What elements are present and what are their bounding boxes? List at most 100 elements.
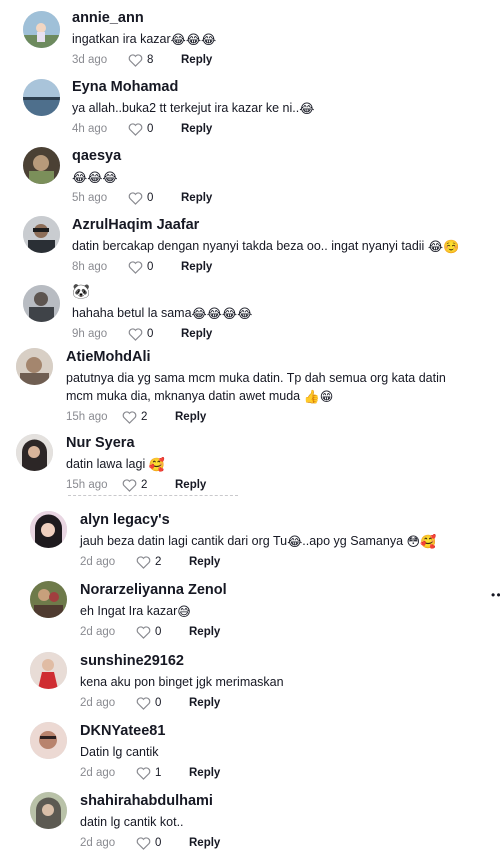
comment-text: patutnya dia yg sama mcm muka datin. Tp … — [66, 371, 446, 404]
avatar[interactable] — [23, 285, 60, 322]
like-count: 0 — [155, 837, 162, 849]
comment-time: 4h ago — [72, 123, 108, 135]
heart-outline-icon — [128, 260, 143, 274]
heart-outline-icon — [136, 766, 151, 780]
comment-time: 9h ago — [72, 328, 108, 340]
like-button[interactable]: 0 — [128, 122, 173, 136]
like-button[interactable]: 2 — [136, 555, 181, 569]
like-button[interactable]: 0 — [136, 836, 181, 850]
like-count: 2 — [141, 411, 148, 423]
comment-text: datin lg cantik kot.. — [80, 815, 184, 829]
avatar[interactable] — [16, 434, 53, 471]
reply-button[interactable]: Reply — [181, 192, 212, 204]
heart-outline-icon — [128, 191, 143, 205]
like-button[interactable]: 0 — [128, 327, 173, 341]
comment-text: hahaha betul la sama😂😂😂😂 — [72, 306, 253, 321]
like-count: 0 — [147, 123, 154, 135]
like-count: 0 — [147, 261, 154, 273]
reply-button[interactable]: Reply — [181, 54, 212, 66]
comment-username[interactable]: DKNYatee81 — [80, 722, 480, 740]
heart-outline-icon — [136, 696, 151, 710]
comment-username[interactable]: Nur Syera — [66, 434, 480, 452]
emoji: 😂 — [299, 101, 315, 116]
like-count: 8 — [147, 54, 154, 66]
like-button[interactable]: 2 — [122, 410, 167, 424]
avatar[interactable] — [16, 348, 53, 385]
like-count: 0 — [147, 328, 154, 340]
reply-button[interactable]: Reply — [181, 261, 212, 273]
comment-time: 15h ago — [66, 479, 108, 491]
heart-outline-icon — [136, 625, 151, 639]
heart-outline-icon — [122, 410, 137, 424]
emoji: 😳🥰 — [406, 534, 437, 549]
like-count: 2 — [155, 556, 162, 568]
reply-button[interactable]: Reply — [189, 837, 220, 849]
comment-username[interactable]: annie_ann — [72, 9, 480, 27]
comment-text: kena aku pon binget jgk merimaskan — [80, 675, 284, 689]
avatar[interactable] — [23, 216, 60, 253]
like-button[interactable]: 0 — [128, 191, 173, 205]
reply-button[interactable]: Reply — [181, 328, 212, 340]
comment-time: 3d ago — [72, 54, 108, 66]
heart-outline-icon — [136, 555, 151, 569]
avatar[interactable] — [30, 652, 67, 689]
like-count: 1 — [155, 767, 162, 779]
comment-username[interactable]: qaesya — [72, 147, 480, 165]
emoji: 😂😂😂 — [72, 170, 118, 185]
avatar[interactable] — [23, 79, 60, 116]
avatar[interactable] — [30, 581, 67, 618]
comment-username[interactable]: Eyna Mohamad — [72, 78, 480, 96]
comment-time: 2d ago — [80, 767, 116, 779]
reply-button[interactable]: Reply — [175, 479, 206, 491]
comment-username[interactable]: Norarzeliyanna Zenol — [80, 581, 480, 599]
comment-text: ingatkan ira kazar😂😂😂 — [72, 32, 217, 47]
emoji: 😂☺️ — [427, 239, 460, 254]
emoji: 😂 — [287, 534, 303, 549]
emoji: 😂😂😂 — [170, 32, 217, 47]
comment-time: 2d ago — [80, 697, 116, 709]
comment-text: ya allah..buka2 tt terkejut ira kazar ke… — [72, 101, 315, 116]
reply-button[interactable]: Reply — [175, 411, 206, 423]
comment-text: eh Ingat Ira kazar😅 — [80, 604, 191, 619]
heart-outline-icon — [128, 53, 143, 67]
heart-outline-icon — [136, 836, 151, 850]
like-button[interactable]: 1 — [136, 766, 181, 780]
emoji: 👍😁 — [303, 389, 334, 404]
comment-time: 5h ago — [72, 192, 108, 204]
like-button[interactable]: 2 — [122, 478, 167, 492]
like-button[interactable]: 0 — [136, 696, 181, 710]
comment-text: Datin lg cantik — [80, 745, 159, 759]
emoji: 😂😂😂😂 — [191, 306, 253, 321]
comment-username[interactable]: shahirahabdulhami — [80, 792, 480, 810]
avatar[interactable] — [23, 147, 60, 184]
avatar[interactable] — [30, 722, 67, 759]
reply-button[interactable]: Reply — [189, 697, 220, 709]
more-options-dots[interactable]: • • — [491, 588, 500, 602]
like-count: 0 — [155, 626, 162, 638]
like-count: 0 — [147, 192, 154, 204]
comment-username[interactable]: sunshine29162 — [80, 652, 480, 670]
reply-button[interactable]: Reply — [189, 556, 220, 568]
comment-time: 8h ago — [72, 261, 108, 273]
comment-username[interactable]: alyn legacy's — [80, 511, 480, 529]
scroll-divider — [68, 495, 238, 498]
comment-time: 2d ago — [80, 837, 116, 849]
avatar[interactable] — [23, 11, 60, 48]
avatar[interactable] — [30, 792, 67, 829]
heart-outline-icon — [122, 478, 137, 492]
like-button[interactable]: 0 — [136, 625, 181, 639]
comment-username[interactable]: AtieMohdAli — [66, 348, 480, 366]
comment-username[interactable]: AzrulHaqim Jaafar — [72, 216, 480, 234]
reply-button[interactable]: Reply — [189, 767, 220, 779]
comment-username[interactable]: 🐼 — [72, 283, 480, 301]
like-button[interactable]: 0 — [128, 260, 173, 274]
comment-time: 15h ago — [66, 411, 108, 423]
like-count: 0 — [155, 697, 162, 709]
avatar[interactable] — [30, 511, 67, 548]
comment-time: 2d ago — [80, 556, 116, 568]
reply-button[interactable]: Reply — [189, 626, 220, 638]
reply-button[interactable]: Reply — [181, 123, 212, 135]
like-button[interactable]: 8 — [128, 53, 173, 67]
heart-outline-icon — [128, 327, 143, 341]
emoji: 😅 — [177, 604, 191, 619]
